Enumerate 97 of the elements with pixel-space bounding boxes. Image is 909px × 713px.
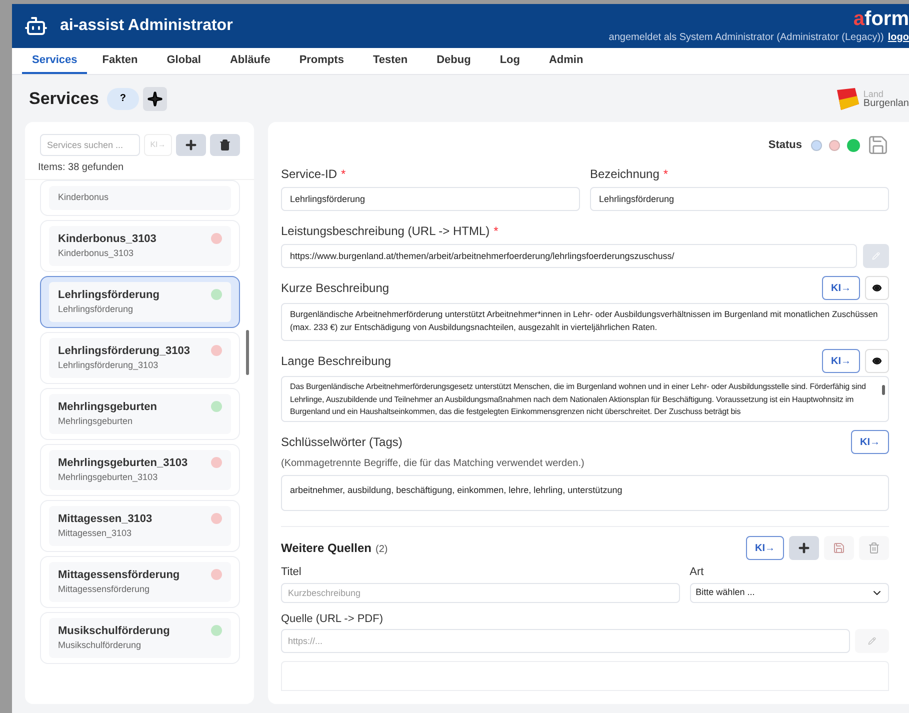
service-item[interactable]: Kinderbonus bbox=[40, 180, 240, 216]
app-title: ai-assist Administrator bbox=[60, 16, 233, 36]
logout-link[interactable]: logo bbox=[888, 30, 909, 44]
service-id: Lehrlingsförderung bbox=[58, 303, 134, 316]
service-name: Musikschulförderung bbox=[58, 624, 171, 638]
robot-icon bbox=[24, 14, 48, 38]
ai-button[interactable]: KI→ bbox=[822, 276, 860, 300]
field-label: Lange Beschreibung bbox=[281, 353, 392, 370]
service-id: Kinderbonus bbox=[58, 191, 110, 204]
url-field[interactable]: https://www.burgenland.at/themen/arbeit/arbeitnehmerfoerderung/lehrlingsfoerderungszuschuss/ bbox=[281, 244, 857, 268]
service-item[interactable]: Kinderbonus_3103 Kinderbonus_3103 bbox=[40, 220, 240, 272]
search-field[interactable]: Services suchen ... bbox=[40, 134, 140, 156]
nav-tab[interactable]: Prompts bbox=[285, 48, 358, 74]
ai-button[interactable]: KI→ bbox=[851, 430, 889, 454]
eye-icon bbox=[872, 356, 882, 366]
service-name: Lehrlingsförderung bbox=[58, 288, 160, 302]
user-info: angemeldet als System Administrator (Administrator (Legacy)) bbox=[608, 30, 884, 44]
service-id: Mehrlingsgeburten_3103 bbox=[58, 471, 159, 484]
status-option[interactable] bbox=[847, 138, 860, 152]
field-label: Art bbox=[690, 565, 705, 580]
crest-caption: Land bbox=[863, 88, 884, 98]
help-button[interactable]: ? bbox=[106, 88, 139, 110]
service-name: Mehrlingsgeburten bbox=[58, 400, 158, 414]
url-field[interactable]: https://... bbox=[281, 629, 850, 653]
status-option[interactable] bbox=[811, 140, 822, 150]
pencil-icon bbox=[872, 252, 880, 260]
brand-logo: aform bbox=[853, 8, 909, 30]
preview-button[interactable] bbox=[865, 276, 889, 300]
save-icon[interactable] bbox=[867, 134, 889, 156]
scrollbar-thumb[interactable] bbox=[246, 330, 249, 375]
nav-tab[interactable]: Log bbox=[486, 48, 534, 74]
label-text: Service-ID bbox=[281, 166, 338, 183]
field-hint: (Kommagetrennte Begriffe, die für das Matching verwendet werden.) bbox=[281, 457, 586, 471]
type-dropdown[interactable]: Bitte wählen ... bbox=[690, 582, 889, 602]
required-mark: * bbox=[663, 166, 668, 183]
service-item[interactable]: Lehrlingsförderung Lehrlingsförderung bbox=[40, 276, 240, 328]
status-label: Status bbox=[768, 138, 802, 153]
service-name: Mehrlingsgeburten_3103 bbox=[58, 456, 189, 470]
delete-button[interactable] bbox=[210, 134, 240, 156]
field-label: Schlüsselwörter (Tags) bbox=[281, 434, 402, 451]
nav-tab[interactable]: Debug bbox=[422, 48, 485, 74]
source-count: (2) bbox=[375, 543, 388, 557]
ai-button[interactable]: KI→ bbox=[746, 536, 784, 560]
result-count: Items: 38 gefunden bbox=[37, 161, 125, 175]
service-id: Mehrlingsgeburten bbox=[58, 415, 134, 428]
service-id: Lehrlingsförderung_3103 bbox=[58, 359, 160, 372]
service-item[interactable]: Mehrlingsgeburten_3103 Mehrlingsgeburten_3103 bbox=[40, 444, 240, 496]
service-name: Kinderbonus_3103 bbox=[58, 232, 158, 246]
required-mark: * bbox=[341, 166, 346, 183]
service-name: Lehrlingsförderung_3103 bbox=[58, 344, 192, 358]
service-name: Mittagessensförderung bbox=[58, 568, 181, 582]
text-field[interactable]: Lehrlingsförderung bbox=[281, 187, 580, 211]
service-id: Musikschulförderung bbox=[58, 639, 142, 652]
preview-button[interactable] bbox=[865, 349, 889, 373]
plus-icon bbox=[184, 138, 198, 152]
text-area[interactable]: Das Burgenländische Arbeitnehmerförderungsgesetz unterstützt Menschen, die im Burgenland wohnen und in einer Lehr- oder Ausbildungsstelle sind. Förderfähig sind Lehrlinge, Auszubildende und Teilnehmer an Ausbildungsmaßnahmen nach dem Nationalen Aktionsplan für Beschäftigung. Voraussetzung ist ein Hauptwohnsitz im Burgenland und ein Haushaltseinkommen, das die festgelegten Einkommensgrenzen nicht überschreitet. Der Zuschuss beträgt bis bbox=[281, 376, 889, 422]
service-item[interactable]: Mittagessen_3103 Mittagessen_3103 bbox=[40, 500, 240, 552]
add-button[interactable] bbox=[176, 134, 206, 156]
service-id: Mittagessen_3103 bbox=[58, 527, 133, 540]
text-area[interactable]: Burgenländische Arbeitnehmerförderung unterstützt Arbeitnehmer*innen in Lehr- oder Ausbildungsverhältnissen im Burgenland mit monatlichen Zuschüssen (max. 233 €) zur Entschädigung von Ausbildungsnachteilen, ausgezahlt in vierteljährlichen Raten. bbox=[281, 303, 889, 341]
nav-tab[interactable]: Fakten bbox=[88, 48, 152, 74]
service-id: Kinderbonus_3103 bbox=[58, 247, 135, 260]
nav-tab[interactable]: Services bbox=[22, 48, 88, 74]
service-item[interactable]: Lehrlingsförderung_3103 Lehrlingsförderung_3103 bbox=[40, 332, 240, 384]
section-title: Weitere Quellen bbox=[281, 540, 372, 557]
nav-tab[interactable]: Abläufe bbox=[216, 48, 284, 74]
ai-assist-button[interactable] bbox=[142, 86, 167, 110]
text-field[interactable]: Lehrlingsförderung bbox=[590, 187, 889, 211]
text-field[interactable]: Kurzbeschreibung bbox=[281, 582, 680, 602]
field-label: Kurze Beschreibung bbox=[281, 280, 390, 297]
label-text: Leistungsbeschreibung (URL -> HTML) bbox=[281, 223, 490, 240]
crest-title: Burgenlan bbox=[863, 98, 909, 108]
service-name: Mittagessen_3103 bbox=[58, 512, 154, 526]
service-item[interactable]: Mehrlingsgeburten Mehrlingsgeburten bbox=[40, 388, 240, 440]
service-id: Mittagessensförderung bbox=[58, 583, 151, 596]
nav-tab[interactable]: Admin bbox=[534, 48, 598, 74]
nav-tab[interactable]: Testen bbox=[358, 48, 422, 74]
field-label: Titel bbox=[281, 565, 302, 580]
edit-button[interactable] bbox=[863, 244, 889, 268]
nav-tab[interactable]: Global bbox=[152, 48, 215, 74]
label-text: Bezeichnung bbox=[590, 166, 660, 183]
text-area[interactable]: arbeitnehmer, ausbildung, beschäftigung, einkommen, lehre, lehrling, unterstützung bbox=[281, 475, 889, 511]
field-label: Quelle (URL -> PDF) bbox=[281, 612, 384, 626]
save-button[interactable] bbox=[824, 536, 854, 560]
service-item[interactable]: Mittagessensförderung Mittagessensförderung bbox=[40, 556, 240, 608]
trash-icon bbox=[219, 139, 231, 151]
status-option[interactable] bbox=[829, 140, 840, 150]
trash-icon bbox=[868, 542, 880, 554]
flag-icon bbox=[835, 86, 862, 112]
ai-button[interactable]: KI→ bbox=[822, 349, 860, 373]
add-button[interactable] bbox=[789, 536, 819, 560]
plus-icon bbox=[797, 541, 811, 555]
page-title: Services bbox=[29, 88, 99, 110]
pencil-icon bbox=[868, 637, 876, 645]
required-mark: * bbox=[494, 223, 498, 240]
service-item[interactable]: Musikschulförderung Musikschulförderung bbox=[40, 612, 240, 664]
eye-icon bbox=[872, 283, 882, 293]
